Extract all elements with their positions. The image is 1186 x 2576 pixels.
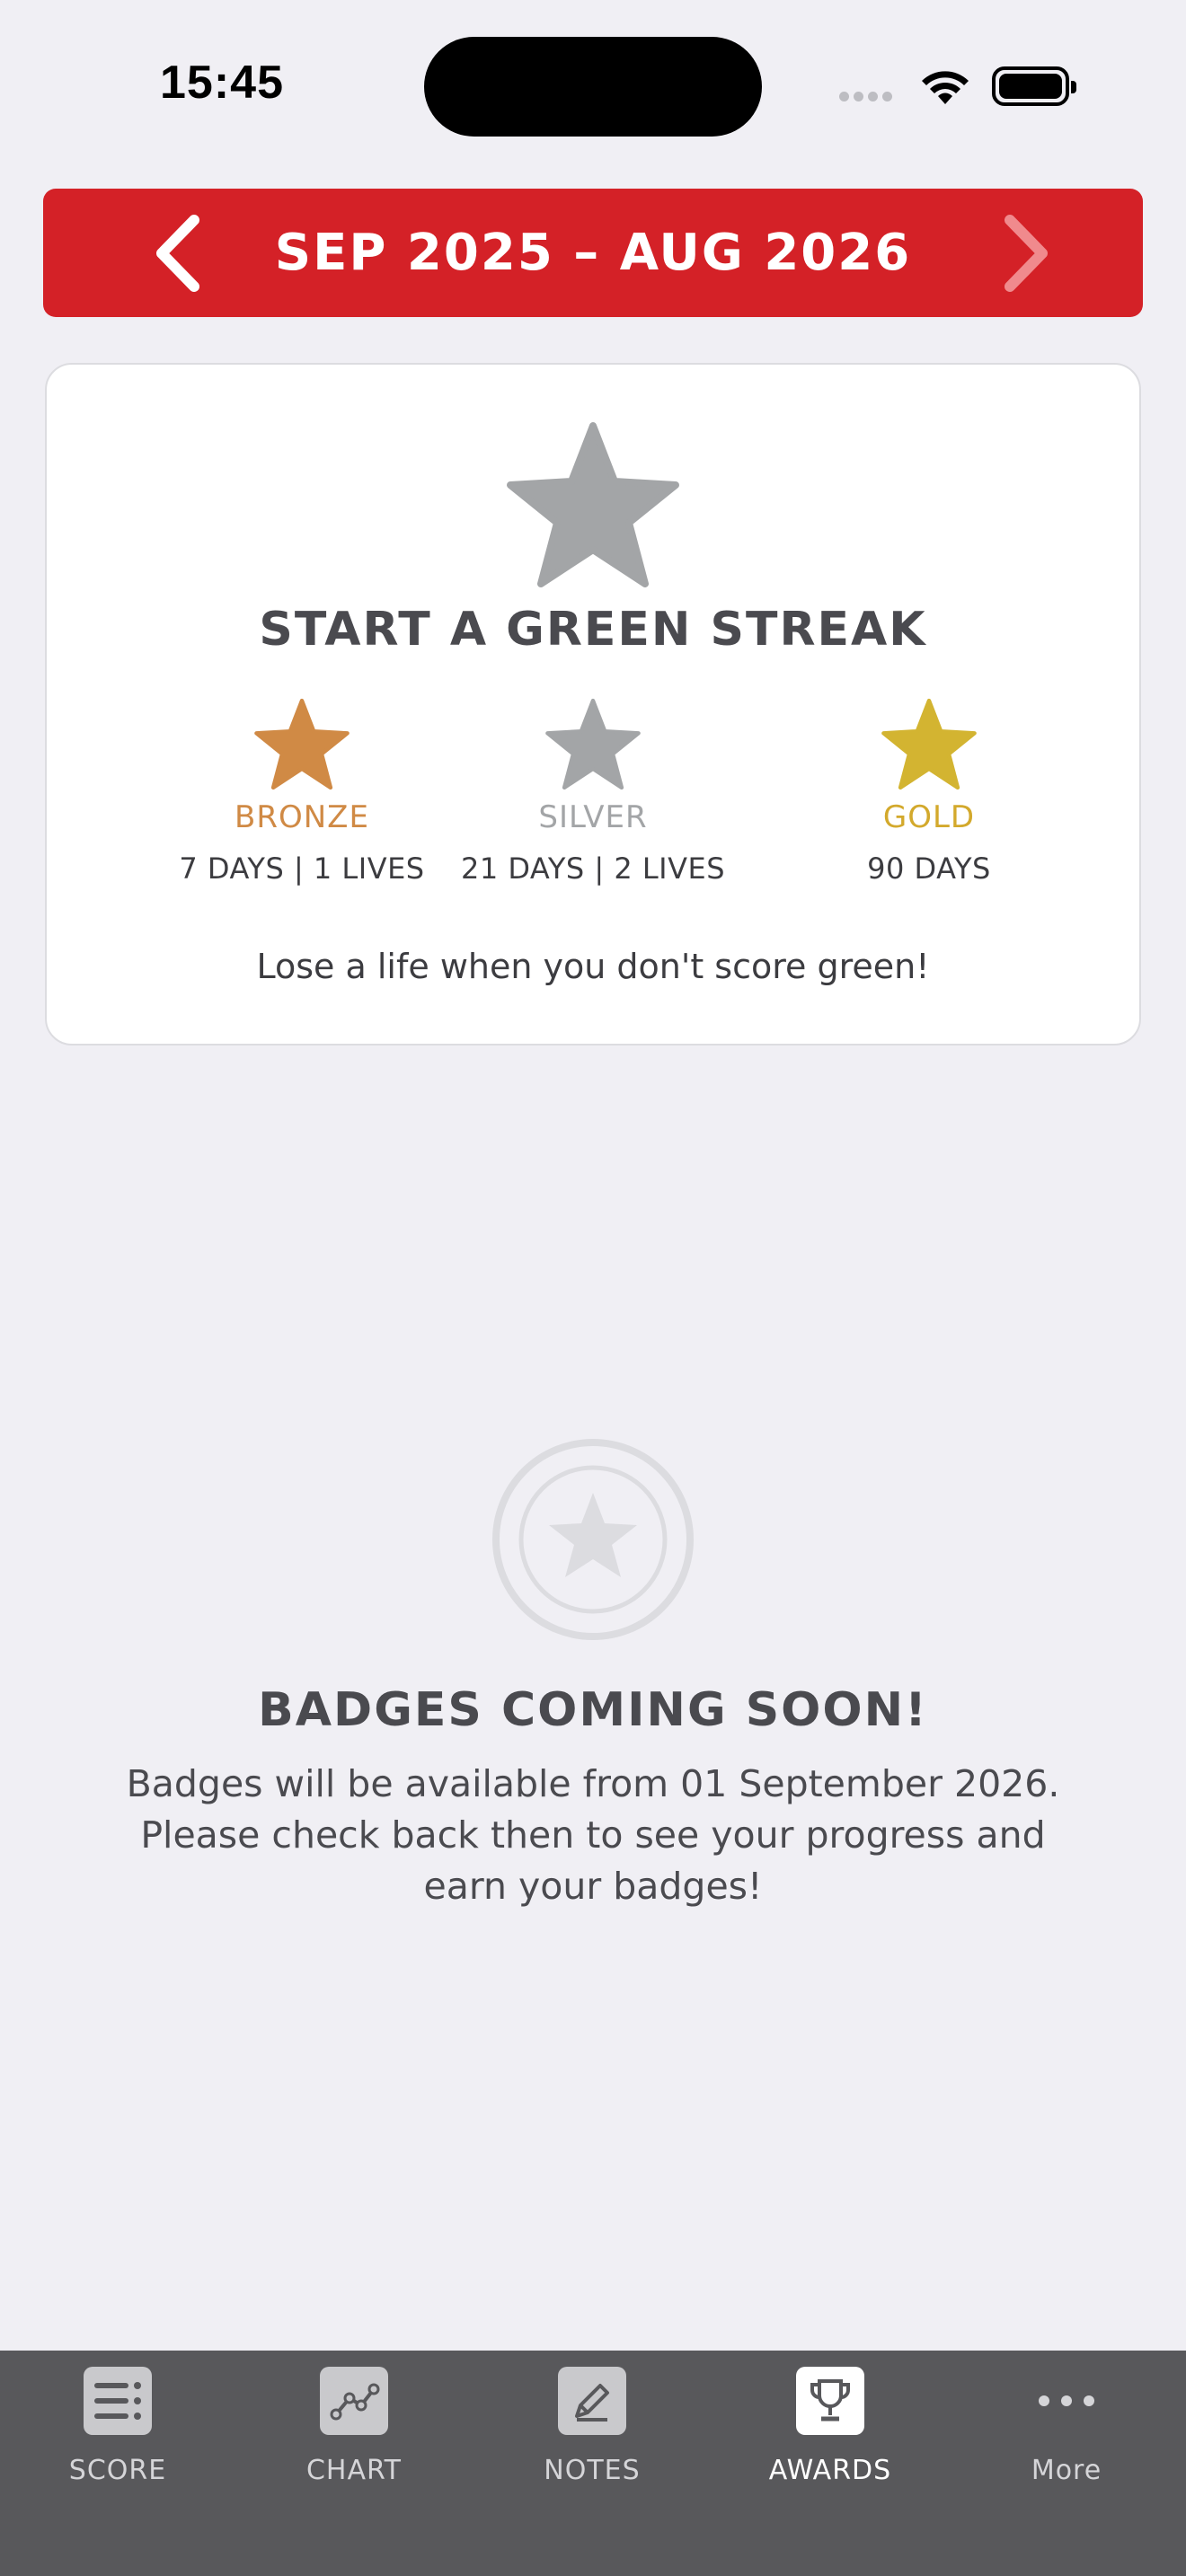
streak-title: START A GREEN STREAK [259, 603, 927, 657]
pencil-icon [558, 2367, 626, 2435]
badges-description: Badges will be available from 01 Septemb… [126, 1762, 1060, 1908]
tier-gold: GOLD 90 DAYS [767, 697, 1091, 886]
wifi-icon [918, 65, 972, 110]
streak-note: Lose a life when you don't score green! [256, 947, 930, 986]
period-header: SEP 2025 – AUG 2026 [43, 189, 1143, 317]
battery-icon [992, 66, 1076, 106]
silver-star-icon [545, 698, 641, 790]
next-period-button[interactable] [963, 189, 1089, 317]
tier-requirement: 21 DAYS | 2 LIVES [460, 851, 726, 886]
ellipsis-icon [1032, 2367, 1101, 2435]
tier-requirement: 7 DAYS | 1 LIVES [179, 851, 425, 886]
tier-name: SILVER [538, 799, 648, 835]
gold-star-icon [881, 698, 977, 790]
streak-star-icon [507, 422, 679, 587]
chart-icon [320, 2367, 388, 2435]
chevron-right-icon [1005, 214, 1048, 292]
dynamic-island [424, 37, 762, 137]
bronze-star-icon [254, 698, 350, 790]
tier-silver: SILVER 21 DAYS | 2 LIVES [431, 697, 755, 886]
previous-period-button[interactable] [115, 189, 241, 317]
tab-label: More [1031, 2455, 1102, 2486]
tier-requirement: 90 DAYS [867, 851, 991, 886]
tab-more[interactable]: More [977, 2367, 1156, 2486]
tab-score[interactable]: SCORE [28, 2367, 208, 2486]
tab-awards[interactable]: AWARDS [740, 2367, 920, 2486]
list-icon [84, 2367, 152, 2435]
tier-bronze: BRONZE 7 DAYS | 1 LIVES [140, 697, 464, 886]
status-time: 15:45 [160, 57, 284, 109]
chevron-left-icon [156, 214, 199, 292]
tab-label: CHART [305, 2455, 402, 2486]
streak-card: START A GREEN STREAK BRONZE 7 DAYS | 1 L… [45, 363, 1141, 1045]
tab-bar: SCORE CHART NOTES AWARDS More [0, 2351, 1186, 2576]
cellular-signal-icon [839, 88, 897, 105]
tab-label: NOTES [544, 2455, 641, 2486]
tier-name: BRONZE [235, 799, 369, 835]
badge-placeholder-icon [492, 1439, 694, 1640]
trophy-icon [796, 2367, 864, 2435]
badges-title: BADGES COMING SOON! [258, 1683, 928, 1737]
tab-chart[interactable]: CHART [264, 2367, 444, 2486]
tier-name: GOLD [882, 799, 976, 835]
tab-notes[interactable]: NOTES [502, 2367, 682, 2486]
tab-label: AWARDS [768, 2455, 892, 2486]
tab-label: SCORE [68, 2455, 167, 2486]
